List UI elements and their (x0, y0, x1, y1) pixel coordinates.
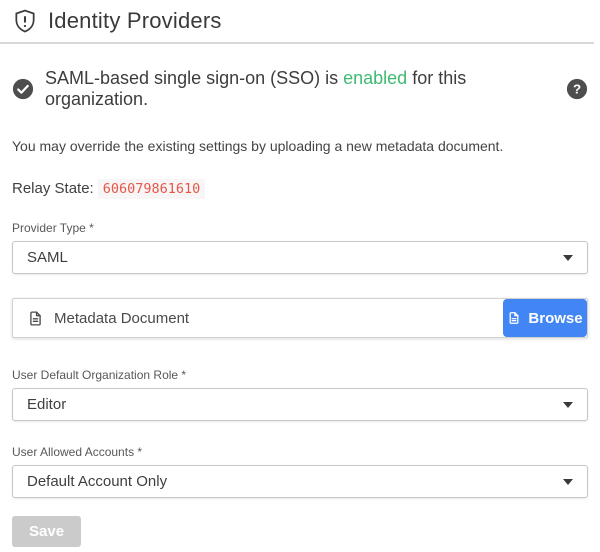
provider-type-value: SAML (27, 249, 68, 266)
page-header: Identity Providers (0, 0, 594, 44)
help-glyph: ? (573, 82, 581, 97)
allowed-accounts-label: User Allowed Accounts * (12, 445, 588, 459)
relay-state-row: Relay State:606079861610 (12, 180, 588, 197)
chevron-down-icon (563, 402, 573, 408)
allowed-accounts-value: Default Account Only (27, 473, 167, 490)
chevron-down-icon (563, 255, 573, 261)
chevron-down-icon (563, 479, 573, 485)
default-org-role-label: User Default Organization Role * (12, 368, 588, 382)
provider-type-label: Provider Type * (12, 221, 588, 235)
sso-status-row: SAML-based single sign-on (SSO) isenable… (12, 68, 588, 110)
file-upload-icon (507, 311, 521, 325)
page-title: Identity Providers (48, 8, 222, 34)
status-text-before: SAML-based single sign-on (SSO) is (45, 68, 338, 88)
sso-status-text: SAML-based single sign-on (SSO) isenable… (45, 68, 555, 110)
metadata-document-file-input[interactable]: Metadata Document Browse (12, 298, 588, 338)
browse-button[interactable]: Browse (503, 299, 587, 337)
relay-state-value: 606079861610 (98, 179, 206, 199)
file-icon (27, 310, 44, 327)
provider-type-group: Provider Type * SAML (12, 221, 588, 274)
relay-state-label: Relay State: (12, 180, 94, 197)
status-enabled-badge: enabled (343, 68, 407, 88)
default-org-role-select[interactable]: Editor (12, 388, 588, 421)
check-circle-icon (12, 78, 34, 100)
shield-alert-icon (12, 8, 38, 34)
provider-type-select[interactable]: SAML (12, 241, 588, 274)
allowed-accounts-select[interactable]: Default Account Only (12, 465, 588, 498)
save-button[interactable]: Save (12, 516, 81, 547)
help-icon[interactable]: ? (566, 78, 588, 100)
default-org-role-group: User Default Organization Role * Editor (12, 368, 588, 421)
override-description: You may override the existing settings b… (12, 138, 588, 154)
default-org-role-value: Editor (27, 396, 66, 413)
metadata-document-label: Metadata Document (54, 310, 189, 327)
browse-button-label: Browse (528, 310, 582, 327)
allowed-accounts-group: User Allowed Accounts * Default Account … (12, 445, 588, 498)
